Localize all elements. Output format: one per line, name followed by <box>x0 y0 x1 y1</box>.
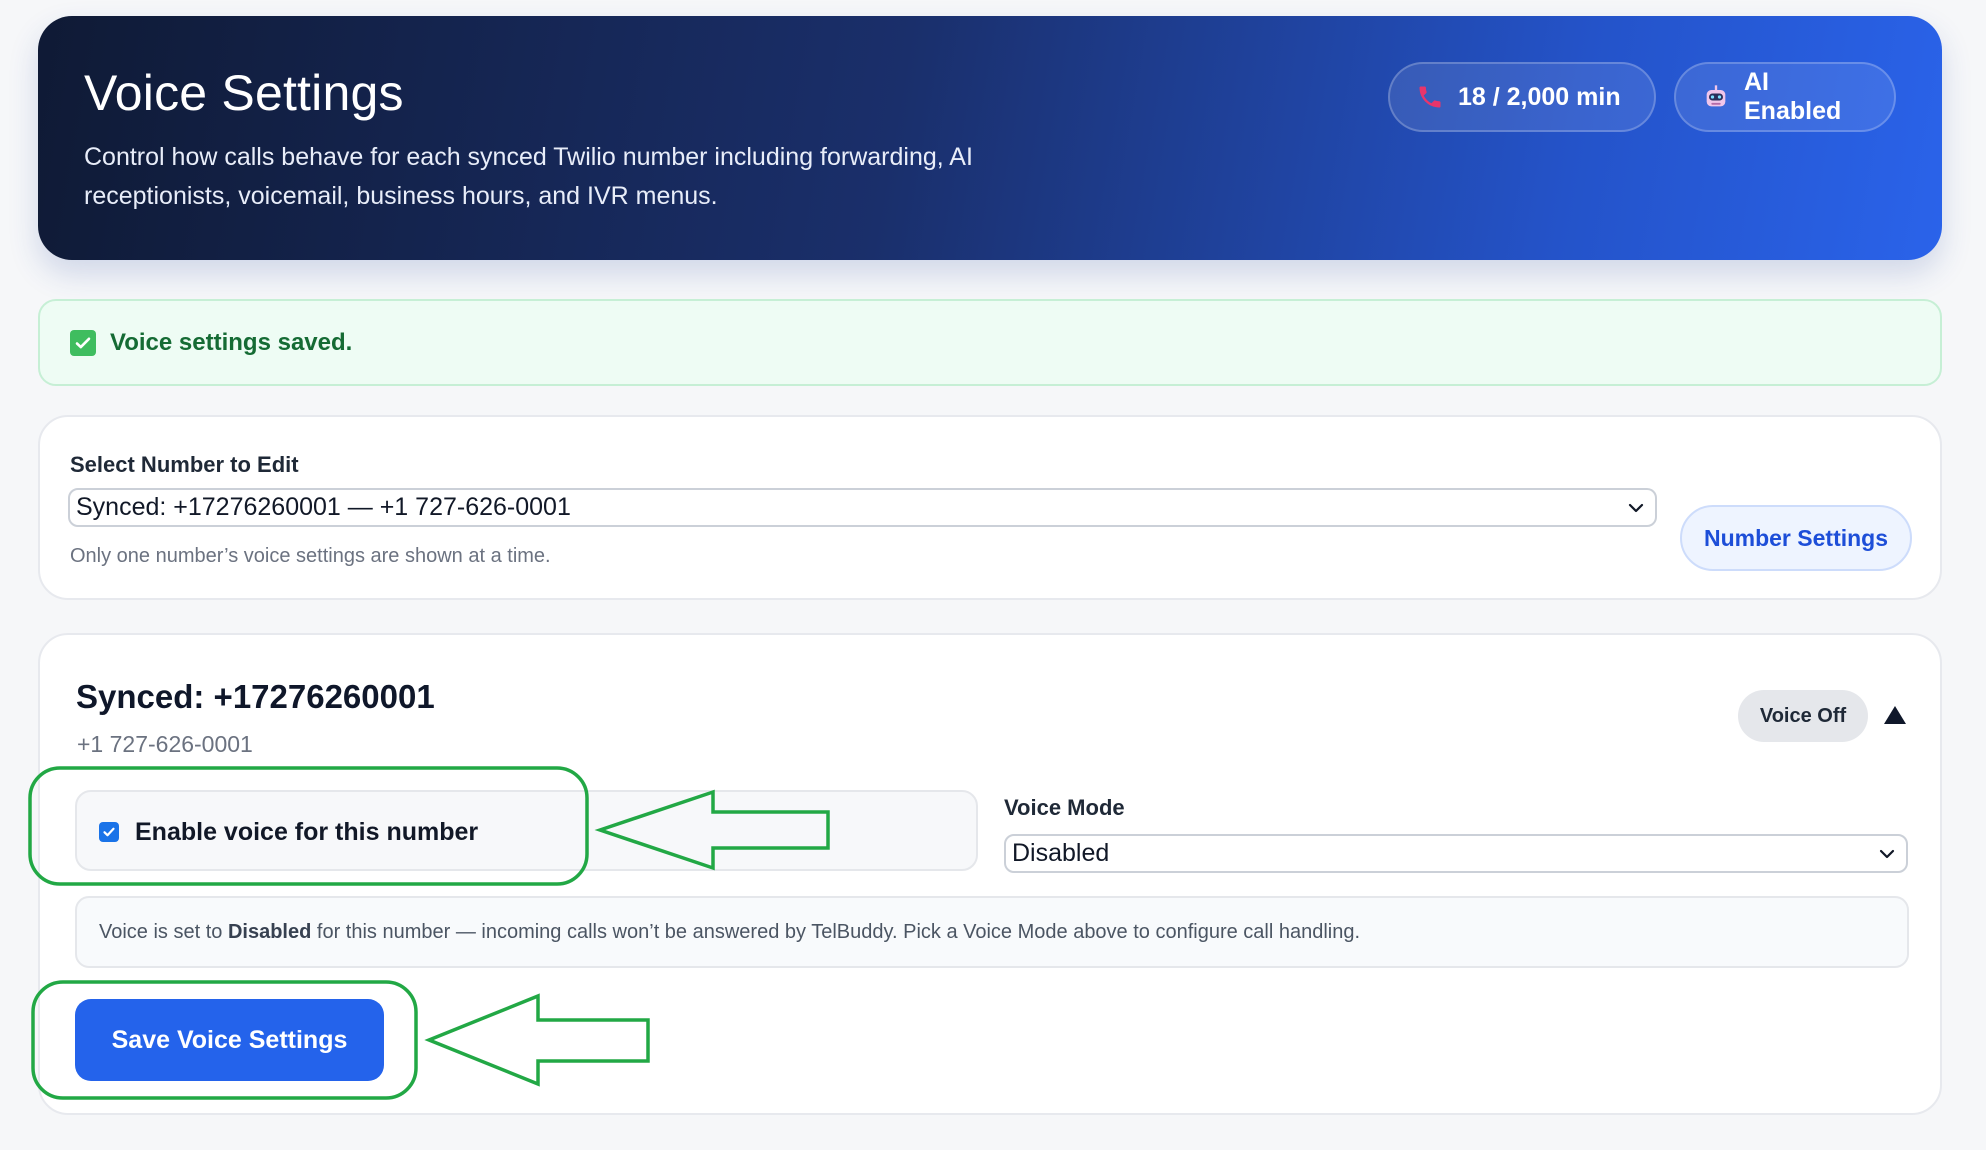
info-prefix: Voice is set to <box>99 920 223 943</box>
check-box-icon <box>70 329 96 356</box>
number-select-value: Synced: +17276260001 — +1 727-626-0001 <box>76 493 571 521</box>
hero-header: Voice Settings Control how calls behave … <box>38 16 1942 260</box>
save-voice-settings-button[interactable]: Save Voice Settings <box>75 999 384 1081</box>
number-select-label: Select Number to Edit <box>70 452 299 477</box>
number-select-card: Select Number to Edit Synced: +172762600… <box>38 415 1942 600</box>
number-title: Synced: +17276260001 <box>76 678 435 715</box>
chevron-down-icon <box>1628 503 1644 512</box>
chevron-down-icon <box>1879 849 1895 858</box>
info-suffix: for this number — incoming calls won’t b… <box>316 920 1361 943</box>
page-title: Voice Settings <box>84 65 404 121</box>
number-select-dropdown[interactable]: Synced: +17276260001 — +1 727-626-0001 <box>68 488 1657 527</box>
voice-mode-info: Voice is set to Disabled for this number… <box>75 896 1909 968</box>
enable-voice-label: Enable voice for this number <box>135 818 479 846</box>
number-select-helper: Only one number’s voice settings are sho… <box>70 545 551 567</box>
ai-status-pill: AI Enabled <box>1674 62 1896 132</box>
number-settings-button[interactable]: Number Settings <box>1680 505 1912 571</box>
voice-settings-page: Voice Settings Control how calls behave … <box>0 0 1986 1150</box>
voice-status-badge: Voice Off <box>1738 690 1868 742</box>
collapse-triangle-icon[interactable] <box>1883 705 1907 725</box>
number-voice-card: Synced: +17276260001 +1 727-626-0001 Voi… <box>38 633 1942 1115</box>
number-formatted: +1 727-626-0001 <box>77 731 253 757</box>
voice-mode-dropdown[interactable]: Disabled <box>1004 834 1908 873</box>
voice-mode-value: Disabled <box>1012 839 1110 867</box>
robot-icon <box>1702 83 1730 111</box>
success-message: Voice settings saved. <box>110 328 353 356</box>
minutes-usage-pill: 18 / 2,000 min <box>1388 62 1656 132</box>
info-mode: Disabled <box>227 920 312 943</box>
enable-voice-checkbox[interactable] <box>99 822 119 842</box>
page-description: Control how calls behave for each synced… <box>84 143 973 210</box>
enable-voice-row[interactable]: Enable voice for this number <box>75 790 978 871</box>
voice-mode-label: Voice Mode <box>1004 795 1125 820</box>
ai-status-label: AI Enabled <box>1744 68 1842 125</box>
minutes-usage-label: 18 / 2,000 min <box>1458 82 1621 111</box>
success-alert: Voice settings saved. <box>38 299 1942 386</box>
phone-icon <box>1416 83 1444 111</box>
